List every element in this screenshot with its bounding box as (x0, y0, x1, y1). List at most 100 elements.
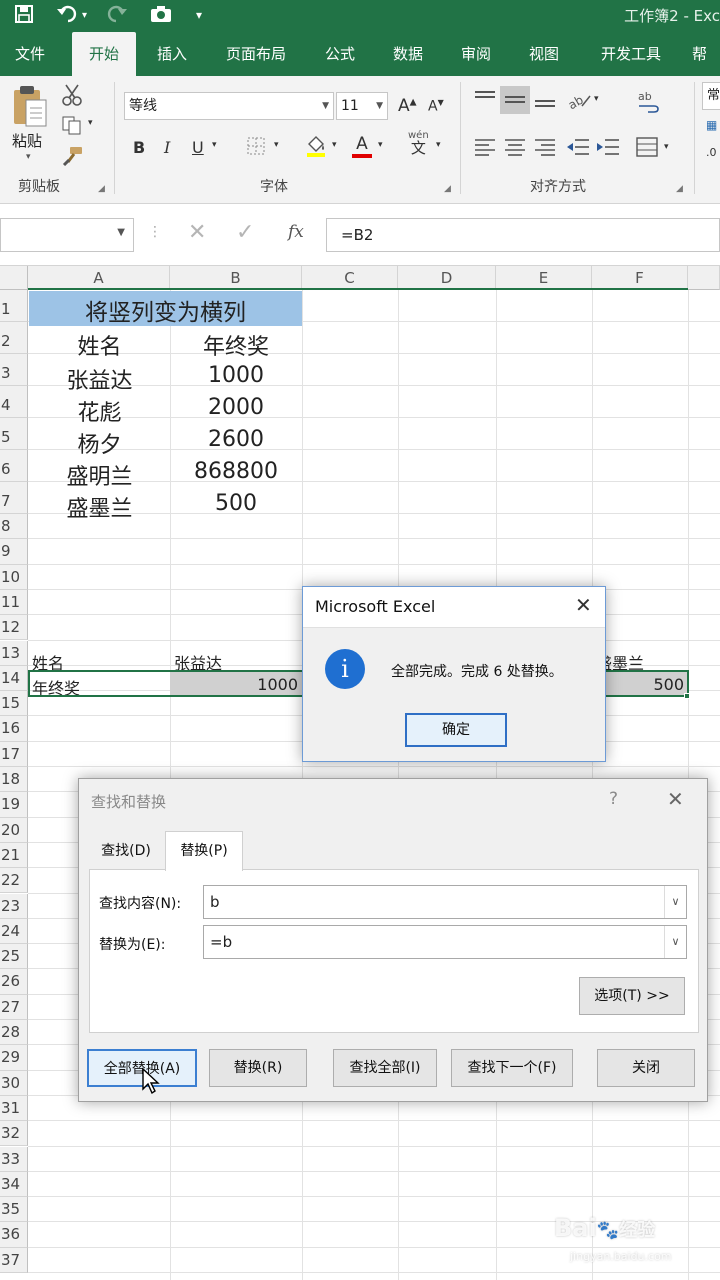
orientation-dropdown-icon[interactable]: ▾ (594, 94, 599, 104)
italic-button[interactable]: I (164, 138, 170, 157)
row-header[interactable]: 2 (0, 322, 28, 354)
merge-dropdown-icon[interactable]: ▾ (664, 142, 669, 152)
tab-file[interactable]: 文件 (6, 32, 54, 76)
font-launcher-icon[interactable]: ◢ (444, 184, 451, 194)
tab-view[interactable]: 视图 (520, 32, 568, 76)
tab-home[interactable]: 开始 (72, 32, 136, 76)
column-header-a[interactable]: A (28, 266, 170, 290)
merge-center-icon[interactable] (636, 136, 658, 162)
grow-font-button[interactable]: A▲ (398, 96, 417, 116)
data-cell-name[interactable]: 盛明兰 (29, 459, 170, 491)
align-top-icon[interactable] (474, 90, 496, 112)
title-cell[interactable]: 将竖列变为横列 (29, 293, 302, 327)
underline-button[interactable]: U (192, 138, 204, 157)
row-header[interactable]: 13 (0, 640, 28, 666)
row-header[interactable]: 34 (0, 1171, 28, 1198)
header-cell-bonus[interactable]: 年终奖 (170, 329, 302, 361)
row-header[interactable]: 32 (0, 1121, 28, 1147)
name-box[interactable]: ▼ (0, 218, 134, 252)
orientation-icon[interactable]: ab (566, 90, 592, 114)
column-header-b[interactable]: B (170, 266, 302, 290)
data-cell-name[interactable]: 盛墨兰 (29, 491, 170, 523)
row-header[interactable]: 30 (0, 1070, 28, 1096)
row-header[interactable]: 8 (0, 514, 28, 540)
close-button[interactable]: 关闭 (597, 1049, 695, 1087)
copy-icon[interactable] (62, 116, 84, 140)
tab-developer[interactable]: 开发工具 (590, 32, 672, 76)
row-header[interactable]: 7 (0, 482, 28, 514)
wrap-text-icon[interactable]: ab (636, 90, 660, 118)
font-color-dropdown-icon[interactable]: ▾ (378, 140, 383, 150)
worksheet-grid[interactable]: A B C D E F 1 2 3 4 5 6 7 8 9 10 11 12 13 14 15 16 17 18 1… (0, 266, 720, 1280)
font-size-combo[interactable]: 11 ▼ (336, 92, 388, 120)
font-name-combo[interactable]: 等线 ▼ (124, 92, 334, 120)
row-header[interactable]: 12 (0, 615, 28, 641)
chevron-down-icon[interactable]: ∨ (664, 886, 686, 918)
shrink-font-button[interactable]: A▼ (428, 98, 444, 115)
row-header[interactable]: 5 (0, 418, 28, 450)
font-color-button[interactable]: A (352, 134, 372, 158)
row-header[interactable]: 26 (0, 969, 28, 995)
column-header-d[interactable]: D (398, 266, 496, 290)
row-header[interactable]: 9 (0, 539, 28, 565)
align-left-icon[interactable] (474, 138, 496, 160)
bold-button[interactable]: B (133, 138, 145, 157)
row-header[interactable]: 33 (0, 1146, 28, 1172)
cut-icon[interactable] (62, 84, 82, 110)
tab-replace[interactable]: 替换(P) (165, 831, 243, 871)
data-cell-bonus[interactable]: 2600 (170, 427, 302, 452)
data-cell-bonus[interactable]: 868800 (170, 459, 302, 484)
tab-page-layout[interactable]: 页面布局 (216, 32, 296, 76)
decimal-icon[interactable]: .0 (706, 146, 717, 159)
fill-color-dropdown-icon[interactable]: ▾ (332, 140, 337, 150)
data-cell-name[interactable]: 张益达 (29, 363, 170, 395)
close-icon[interactable]: ✕ (575, 593, 592, 617)
column-header-g[interactable] (688, 266, 720, 290)
row-header[interactable]: 25 (0, 944, 28, 970)
customize-qat-icon[interactable]: ▾ (196, 8, 202, 22)
cancel-icon[interactable]: ✕ (188, 220, 206, 245)
row-header[interactable]: 6 (0, 450, 28, 482)
row-header[interactable]: 18 (0, 767, 28, 793)
chevron-down-icon[interactable]: ∨ (664, 926, 686, 958)
row-header[interactable]: 19 (0, 792, 28, 818)
row-header[interactable]: 16 (0, 716, 28, 742)
data-cell-bonus[interactable]: 1000 (170, 363, 302, 388)
fill-handle[interactable] (684, 693, 690, 699)
row-header[interactable]: 28 (0, 1020, 28, 1046)
align-center-icon[interactable] (504, 138, 526, 160)
tab-insert[interactable]: 插入 (148, 32, 196, 76)
row-header[interactable]: 27 (0, 994, 28, 1020)
row-header[interactable]: 11 (0, 589, 28, 616)
row-header[interactable]: 37 (0, 1247, 28, 1273)
save-icon[interactable] (14, 4, 34, 29)
alignment-launcher-icon[interactable]: ◢ (676, 184, 683, 194)
tab-find[interactable]: 查找(D) (89, 833, 163, 869)
row-header[interactable]: 20 (0, 817, 28, 843)
help-button[interactable]: ? (609, 789, 618, 809)
formula-input[interactable]: =B2 (326, 218, 720, 252)
tab-data[interactable]: 数据 (384, 32, 432, 76)
find-input[interactable]: b ∨ (203, 885, 687, 919)
row-header[interactable]: 4 (0, 386, 28, 418)
row-header[interactable]: 24 (0, 918, 28, 945)
find-next-button[interactable]: 查找下一个(F) (451, 1049, 573, 1087)
paste-button[interactable] (10, 84, 54, 132)
border-icon[interactable] (246, 136, 266, 160)
find-all-button[interactable]: 查找全部(I) (333, 1049, 437, 1087)
undo-dropdown-icon[interactable]: ▾ (82, 10, 87, 21)
row-header[interactable]: 10 (0, 564, 28, 590)
ok-button[interactable]: 确定 (405, 713, 507, 747)
row-header[interactable]: 31 (0, 1095, 28, 1122)
row-header[interactable]: 17 (0, 741, 28, 767)
underline-dropdown-icon[interactable]: ▾ (212, 140, 217, 150)
align-middle-icon[interactable] (500, 86, 530, 114)
replace-input[interactable]: =b ∨ (203, 925, 687, 959)
enter-icon[interactable]: ✓ (236, 220, 254, 245)
data-cell-bonus[interactable]: 2000 (170, 395, 302, 420)
increase-indent-icon[interactable] (596, 138, 620, 160)
align-right-icon[interactable] (534, 138, 556, 160)
column-header-e[interactable]: E (496, 266, 592, 290)
row-header[interactable]: 15 (0, 691, 28, 717)
clipboard-launcher-icon[interactable]: ◢ (98, 184, 105, 194)
